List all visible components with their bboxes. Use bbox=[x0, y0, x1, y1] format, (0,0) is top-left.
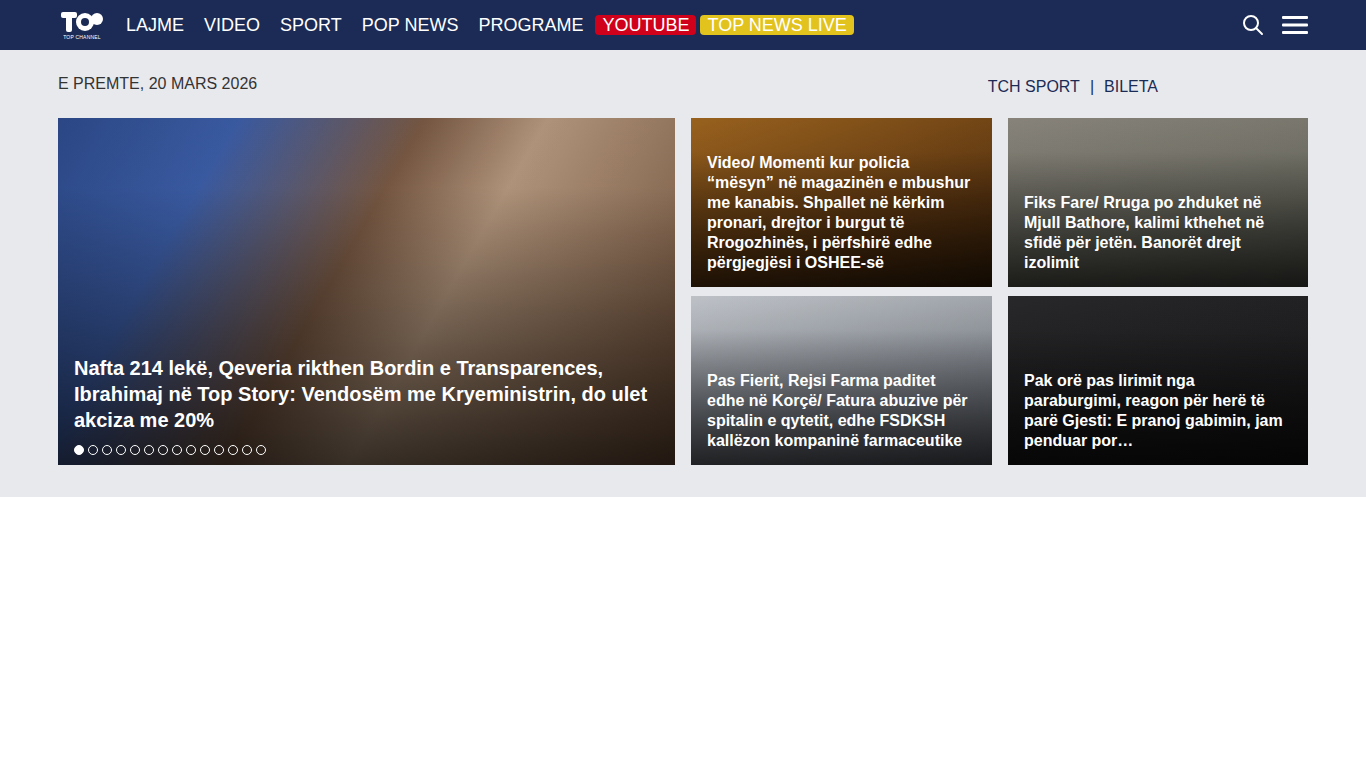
slider-dot[interactable] bbox=[144, 445, 154, 455]
slider-dot[interactable] bbox=[102, 445, 112, 455]
slider-dot[interactable] bbox=[186, 445, 196, 455]
story-card[interactable]: Video/ Momenti kur policia “mësyn” në ma… bbox=[691, 118, 992, 287]
nav-item[interactable]: YOUTUBE bbox=[595, 15, 696, 35]
main-story-card[interactable]: Nafta 214 lekë, Qeveria rikthen Bordin e… bbox=[58, 118, 675, 465]
slider-dots bbox=[74, 445, 659, 455]
slider-dot[interactable] bbox=[242, 445, 252, 455]
story-title[interactable]: Video/ Momenti kur policia “mësyn” në ma… bbox=[707, 153, 976, 273]
logo-icon bbox=[60, 10, 104, 34]
nav-item[interactable]: SPORT bbox=[272, 14, 350, 36]
menu-icon[interactable] bbox=[1282, 14, 1308, 36]
slider-dot[interactable] bbox=[130, 445, 140, 455]
nav-item[interactable]: PROGRAME bbox=[470, 14, 591, 36]
story-title[interactable]: Nafta 214 lekë, Qeveria rikthen Bordin e… bbox=[74, 355, 659, 433]
date: E PREMTE, 20 MARS 2026 bbox=[58, 75, 257, 93]
main-nav: LAJMEVIDEOSPORTPOP NEWSPROGRAMEYOUTUBETO… bbox=[118, 14, 1242, 36]
info-row: E PREMTE, 20 MARS 2026 TCH SPORT | BILETA bbox=[58, 72, 1158, 96]
story-title[interactable]: Fiks Fare/ Rruga po zhduket në Mjull Bat… bbox=[1024, 193, 1292, 273]
logo[interactable]: TOP CHANNEL bbox=[60, 10, 104, 40]
slider-dot[interactable] bbox=[200, 445, 210, 455]
toolbar bbox=[1242, 14, 1308, 36]
slider-dot[interactable] bbox=[228, 445, 238, 455]
story-grid: Nafta 214 lekë, Qeveria rikthen Bordin e… bbox=[58, 118, 1308, 465]
nav-item[interactable]: VIDEO bbox=[196, 14, 268, 36]
headline-section: E PREMTE, 20 MARS 2026 TCH SPORT | BILETA Na… bbox=[0, 50, 1366, 497]
story-card[interactable]: Pas Fierit, Rejsi Farma paditet edhe në … bbox=[691, 296, 992, 465]
slider-dot[interactable] bbox=[74, 445, 84, 455]
search-icon[interactable] bbox=[1242, 14, 1264, 36]
nav-item[interactable]: TOP NEWS LIVE bbox=[700, 15, 853, 35]
slider-dot[interactable] bbox=[88, 445, 98, 455]
slider-dot[interactable] bbox=[158, 445, 168, 455]
separator: | bbox=[1090, 78, 1094, 96]
page: TOP CHANNEL LAJMEVIDEOSPORTPOP NEWSPROGRA… bbox=[0, 0, 1366, 768]
top-bar: TOP CHANNEL LAJMEVIDEOSPORTPOP NEWSPROGRA… bbox=[0, 0, 1366, 50]
nav-item[interactable]: POP NEWS bbox=[354, 14, 467, 36]
slider-dot[interactable] bbox=[116, 445, 126, 455]
slider-dot[interactable] bbox=[256, 445, 266, 455]
top-link[interactable]: TCH SPORT bbox=[988, 78, 1080, 96]
top-link[interactable]: BILETA bbox=[1104, 78, 1158, 96]
top-links: TCH SPORT | BILETA bbox=[988, 72, 1158, 96]
story-title[interactable]: Pak orë pas lirimit nga paraburgimi, rea… bbox=[1024, 371, 1292, 451]
slider-dot[interactable] bbox=[172, 445, 182, 455]
story-title[interactable]: Pas Fierit, Rejsi Farma paditet edhe në … bbox=[707, 371, 976, 451]
story-card[interactable]: Pak orë pas lirimit nga paraburgimi, rea… bbox=[1008, 296, 1308, 465]
nav-item[interactable]: LAJME bbox=[118, 14, 192, 36]
slider-dot[interactable] bbox=[214, 445, 224, 455]
story-card[interactable]: Fiks Fare/ Rruga po zhduket në Mjull Bat… bbox=[1008, 118, 1308, 287]
